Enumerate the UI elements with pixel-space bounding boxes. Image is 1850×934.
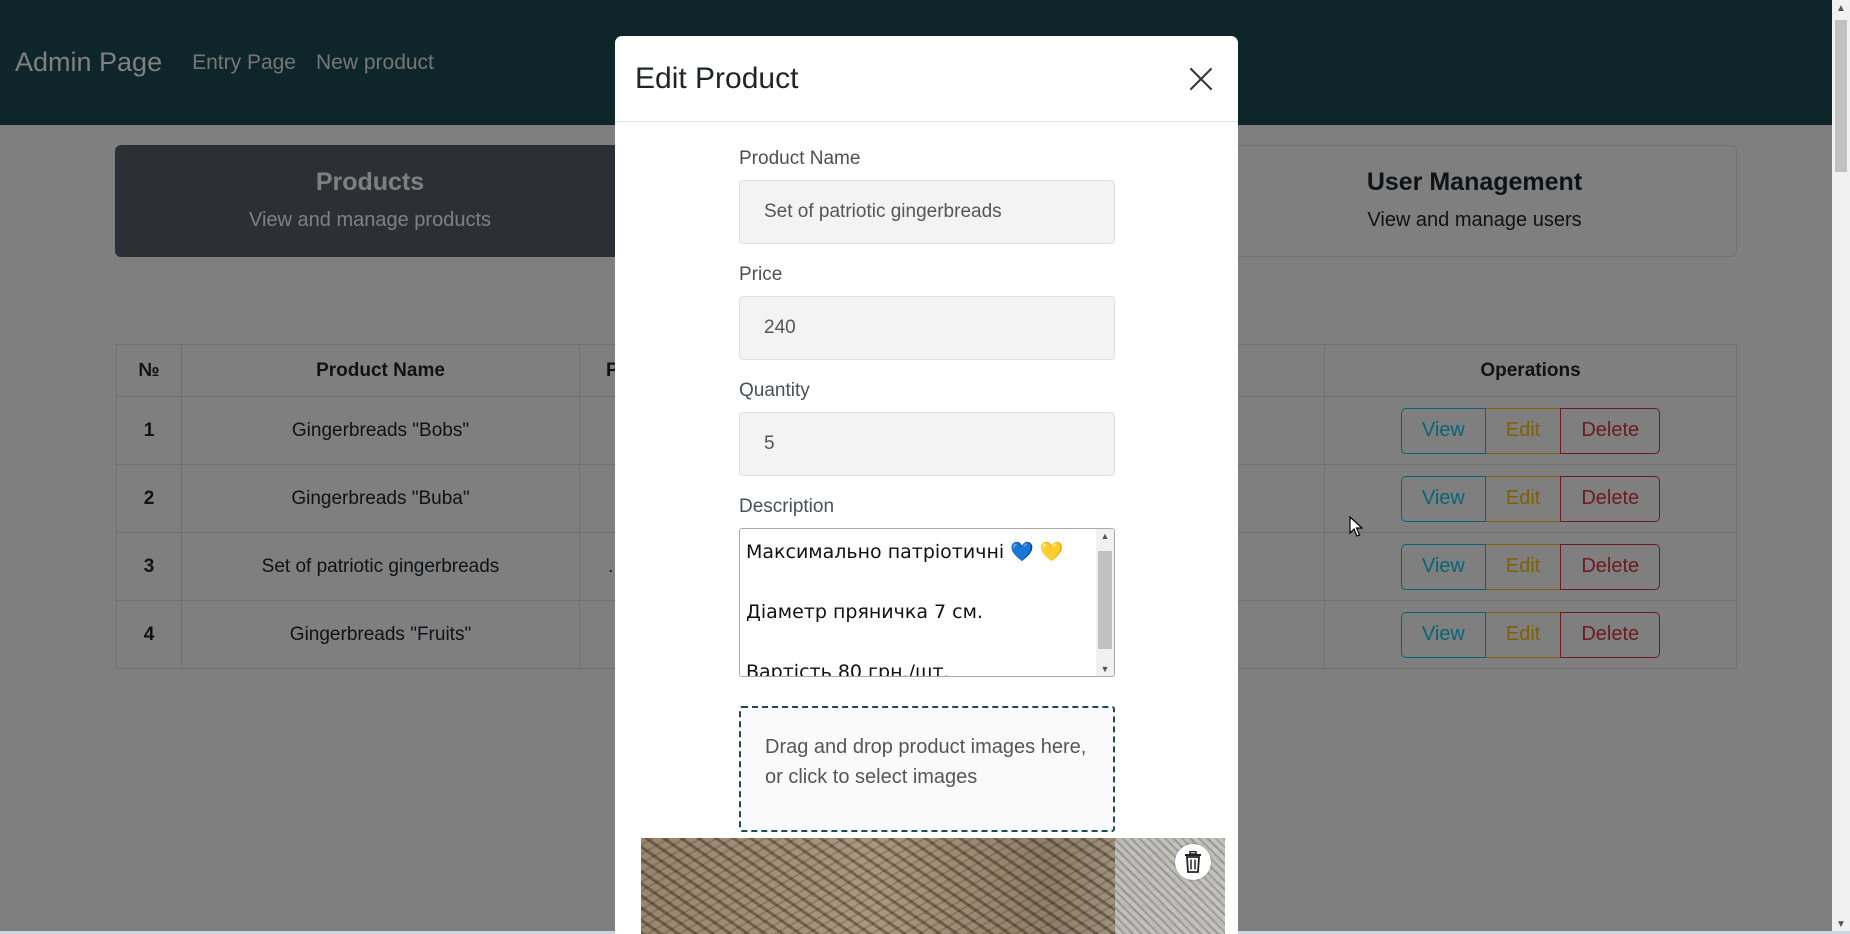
description-line: Максимально патріотичні 💙 💛 bbox=[746, 541, 1064, 563]
description-line: Вартість 80 грн./шт. bbox=[746, 661, 950, 677]
description-text: Максимально патріотичні 💙 💛 Діаметр прян… bbox=[746, 537, 1096, 677]
image-dropzone[interactable]: Drag and drop product images here, or cl… bbox=[739, 706, 1115, 832]
description-textarea[interactable]: Максимально патріотичні 💙 💛 Діаметр прян… bbox=[739, 528, 1115, 677]
scroll-up-arrow-icon[interactable]: ▲ bbox=[1832, 0, 1850, 18]
product-name-input[interactable]: Set of patriotic gingerbreads bbox=[739, 180, 1115, 244]
description-line: Діаметр пряничка 7 см. bbox=[746, 601, 983, 623]
mouse-pointer-icon bbox=[1349, 515, 1364, 543]
modal-header: Edit Product bbox=[615, 36, 1238, 122]
quantity-input[interactable]: 5 bbox=[739, 412, 1115, 476]
product-name-label: Product Name bbox=[739, 148, 861, 169]
textarea-scroll-thumb[interactable] bbox=[1098, 551, 1112, 649]
page-scrollbar[interactable]: ▲ ▼ bbox=[1832, 0, 1850, 934]
scrollbar-thumb[interactable] bbox=[1835, 20, 1847, 172]
price-label: Price bbox=[739, 264, 783, 285]
scroll-down-arrow-icon[interactable]: ▼ bbox=[1096, 664, 1114, 674]
textarea-scrollbar[interactable]: ▲ ▼ bbox=[1096, 529, 1114, 676]
description-line bbox=[746, 567, 1096, 597]
price-input[interactable]: 240 bbox=[739, 296, 1115, 360]
modal-title: Edit Product bbox=[635, 61, 799, 95]
edit-product-form: Product Name Set of patriotic gingerbrea… bbox=[739, 146, 1115, 832]
description-line bbox=[746, 627, 1096, 657]
product-image-preview bbox=[641, 838, 1225, 934]
trash-icon[interactable] bbox=[1175, 844, 1211, 880]
close-icon[interactable] bbox=[1184, 62, 1218, 96]
edit-product-modal: Edit Product Product Name Set of patriot… bbox=[615, 36, 1238, 934]
scroll-up-arrow-icon[interactable]: ▲ bbox=[1096, 531, 1114, 541]
quantity-label: Quantity bbox=[739, 380, 810, 401]
description-label: Description bbox=[739, 496, 835, 517]
